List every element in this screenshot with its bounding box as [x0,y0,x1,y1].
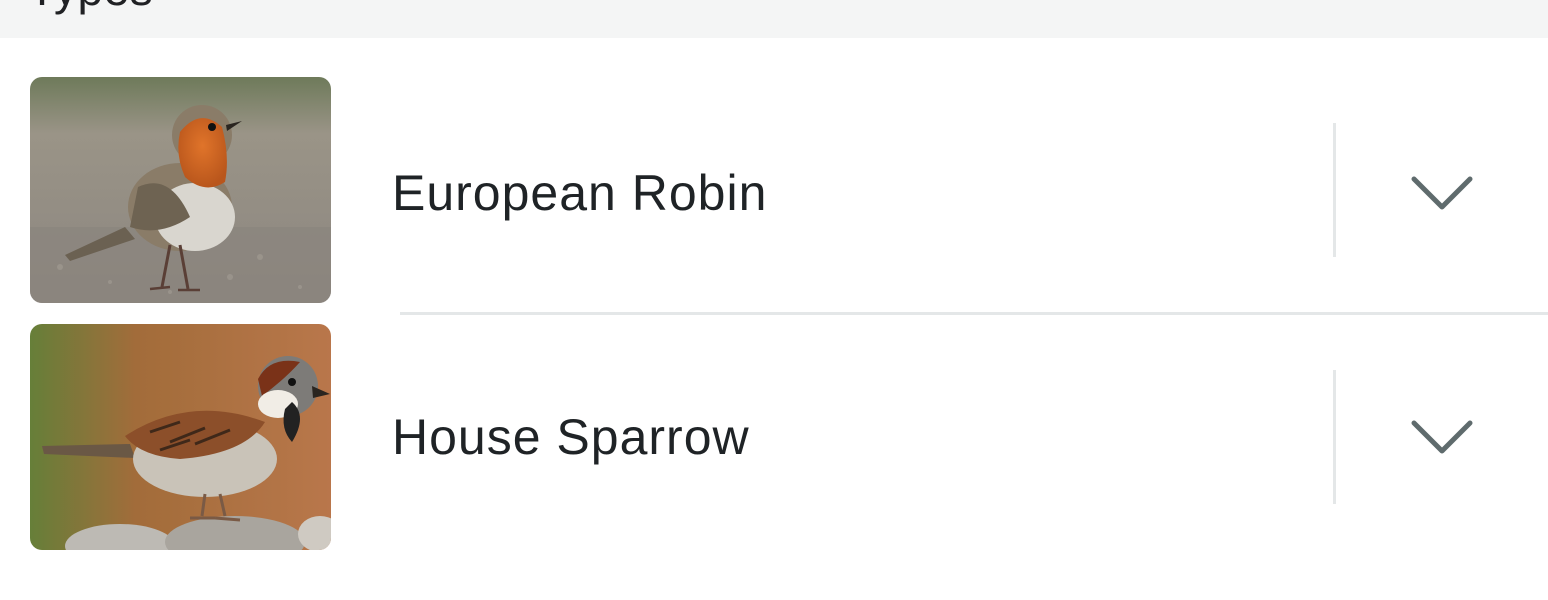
house-sparrow-photo [30,324,331,550]
expand-button[interactable] [1400,395,1484,479]
european-robin-photo [30,77,331,303]
bird-name: European Robin [392,165,768,221]
section-title: Types [28,0,153,12]
bird-list-item-house-sparrow[interactable]: House Sparrow [0,285,1548,550]
vertical-divider [1333,123,1336,257]
chevron-down-icon [1411,420,1473,454]
bird-list-item-european-robin[interactable]: European Robin [0,38,1548,303]
vertical-divider [1333,370,1336,504]
expand-button[interactable] [1400,151,1484,235]
bird-name: House Sparrow [392,409,750,465]
section-header: Types [0,0,1548,38]
chevron-down-icon [1411,176,1473,210]
